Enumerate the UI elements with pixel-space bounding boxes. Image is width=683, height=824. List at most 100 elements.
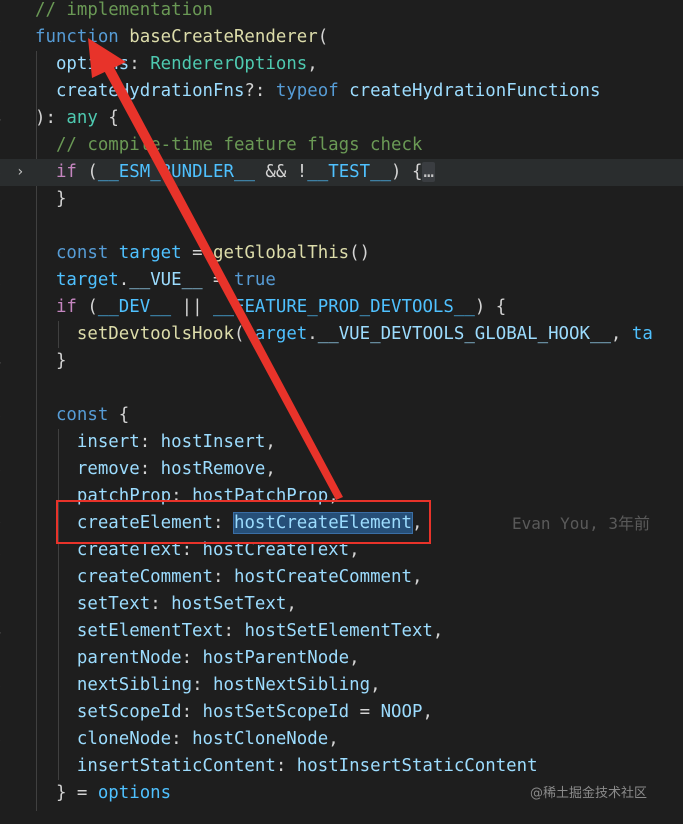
code-line[interactable]: 1 target.__VUE__ = true	[0, 267, 683, 294]
code-token: (	[76, 297, 98, 317]
code-token: remove	[76, 459, 140, 479]
code-line[interactable]: 2 createComment: hostCreateComment,	[0, 564, 683, 591]
code-text[interactable]: }	[35, 348, 66, 375]
line-number[interactable]: 7	[0, 699, 8, 726]
line-number[interactable]: 6	[0, 159, 8, 186]
code-token: patchProp	[76, 486, 172, 506]
line-number[interactable]: 3	[0, 78, 8, 105]
line-number[interactable]: 1	[0, 537, 8, 564]
line-number[interactable]: 6	[0, 402, 8, 429]
code-line[interactable]: 5 // compile-time feature flags check	[0, 132, 683, 159]
line-number[interactable]: 9	[0, 213, 8, 240]
line-number[interactable]: 4	[0, 105, 8, 132]
code-text[interactable]: nextSibling: hostNextSibling,	[35, 672, 381, 699]
code-text[interactable]: createComment: hostCreateComment,	[35, 564, 423, 591]
line-number[interactable]: 9	[0, 483, 8, 510]
code-text[interactable]: ): any {	[35, 105, 119, 132]
code-text[interactable]: createText: hostCreateText,	[35, 537, 360, 564]
code-token: __VUE__	[129, 270, 203, 290]
code-line[interactable]: 7 setScopeId: hostSetScopeId = NOOP,	[0, 699, 683, 726]
line-number[interactable]: 2	[0, 294, 8, 321]
line-number[interactable]: 2	[0, 564, 8, 591]
line-number[interactable]: 7	[0, 429, 8, 456]
code-line[interactable]: // implementation	[0, 0, 683, 24]
code-token: baseCreateRenderer	[129, 27, 318, 47]
code-text[interactable]: // compile-time feature flags check	[35, 132, 422, 159]
code-line[interactable]: 1 createText: hostCreateText,	[0, 537, 683, 564]
code-text[interactable]: function baseCreateRenderer(	[35, 24, 328, 51]
line-number[interactable]: 4	[0, 618, 8, 645]
code-line[interactable]: 8 remove: hostRemove,	[0, 456, 683, 483]
line-number[interactable]: 3	[0, 591, 8, 618]
code-line[interactable]: 6 › if (__ESM_BUNDLER__ && !__TEST__) {…	[0, 159, 683, 186]
line-number[interactable]: 0	[0, 510, 8, 537]
line-number[interactable]: 8	[0, 186, 8, 213]
code-line[interactable]: 5	[0, 375, 683, 402]
code-editor[interactable]: // implementation 1 function baseCreateRen…	[0, 0, 683, 824]
line-number[interactable]: 5	[0, 645, 8, 672]
code-text[interactable]: }	[35, 186, 66, 213]
code-text[interactable]: const target = getGlobalThis()	[35, 240, 370, 267]
code-line[interactable]: 7 insert: hostInsert,	[0, 429, 683, 456]
code-token: options	[97, 783, 172, 803]
code-token: target	[244, 324, 308, 344]
code-text[interactable]: createElement: hostCreateElement,	[35, 510, 422, 537]
code-text[interactable]: setElementText: hostSetElementText,	[35, 618, 444, 645]
line-number[interactable]: 6	[0, 672, 8, 699]
code-text[interactable]: createHydrationFns?: typeof createHydrat…	[35, 78, 600, 105]
line-number[interactable]: 3	[0, 321, 8, 348]
line-number[interactable]: 0	[0, 240, 8, 267]
line-number[interactable]: 5	[0, 375, 8, 402]
code-line[interactable]: 3 setDevtoolsHook(target.__VUE_DEVTOOLS_…	[0, 321, 683, 348]
code-line[interactable]: 8 cloneNode: hostCloneNode,	[0, 726, 683, 753]
code-text[interactable]: target.__VUE__ = true	[35, 267, 276, 294]
code-line[interactable]: 9 insertStaticContent: hostInsertStaticC…	[0, 753, 683, 780]
code-token: hostPatchProp	[192, 486, 329, 506]
code-line[interactable]: 2 options: RendererOptions,	[0, 51, 683, 78]
line-number[interactable]: 5	[0, 132, 8, 159]
code-line[interactable]: 3 setText: hostSetText,	[0, 591, 683, 618]
code-text[interactable]: cloneNode: hostCloneNode,	[35, 726, 339, 753]
code-line[interactable]: 9 patchProp: hostPatchProp,	[0, 483, 683, 510]
line-number[interactable]: 1	[0, 24, 8, 51]
code-text[interactable]: remove: hostRemove,	[35, 456, 276, 483]
code-text[interactable]: insertStaticContent: hostInsertStaticCon…	[35, 753, 538, 780]
code-line[interactable]: 2 if (__DEV__ || __FEATURE_PROD_DEVTOOLS…	[0, 294, 683, 321]
code-line[interactable]: 8 }	[0, 186, 683, 213]
code-line[interactable]: 6 nextSibling: hostNextSibling,	[0, 672, 683, 699]
code-text[interactable]: // implementation	[35, 0, 213, 24]
code-line[interactable]: 3 createHydrationFns?: typeof createHydr…	[0, 78, 683, 105]
line-number[interactable]: 9	[0, 753, 8, 780]
code-text[interactable]: setScopeId: hostSetScopeId = NOOP,	[35, 699, 433, 726]
line-number[interactable]: 0	[0, 780, 8, 807]
code-line[interactable]: 4 setElementText: hostSetElementText,	[0, 618, 683, 645]
code-text[interactable]: patchProp: hostPatchProp,	[35, 483, 339, 510]
line-number[interactable]: 8	[0, 456, 8, 483]
code-line[interactable]: 9	[0, 213, 683, 240]
line-number[interactable]: 1	[0, 267, 8, 294]
fold-chevron-icon[interactable]: ›	[16, 159, 24, 186]
line-number[interactable]: 2	[0, 51, 8, 78]
line-number[interactable]: 8	[0, 726, 8, 753]
code-text[interactable]: options: RendererOptions,	[35, 51, 318, 78]
code-text[interactable]: if (__DEV__ || __FEATURE_PROD_DEVTOOLS__…	[35, 294, 506, 321]
code-line[interactable]: 5 parentNode: hostParentNode,	[0, 645, 683, 672]
code-line[interactable]: 6 const {	[0, 402, 683, 429]
code-text[interactable]: insert: hostInsert,	[35, 429, 276, 456]
code-text[interactable]: setText: hostSetText,	[35, 591, 297, 618]
code-line[interactable]: 1 function baseCreateRenderer(	[0, 24, 683, 51]
code-line[interactable]: 0 createElement: hostCreateElement, Evan …	[0, 510, 683, 537]
code-line[interactable]: 4 ): any {	[0, 105, 683, 132]
code-text[interactable]: const {	[35, 402, 129, 429]
code-text[interactable]: if (__ESM_BUNDLER__ && !__TEST__) {…	[35, 159, 435, 186]
code-text[interactable]: } = options	[35, 780, 171, 807]
code-line[interactable]: 4 }	[0, 348, 683, 375]
code-line[interactable]: 0 const target = getGlobalThis()	[0, 240, 683, 267]
code-text[interactable]: parentNode: hostParentNode,	[35, 645, 360, 672]
line-number[interactable]: 4	[0, 348, 8, 375]
code-text[interactable]: setDevtoolsHook(target.__VUE_DEVTOOLS_GL…	[35, 321, 653, 348]
